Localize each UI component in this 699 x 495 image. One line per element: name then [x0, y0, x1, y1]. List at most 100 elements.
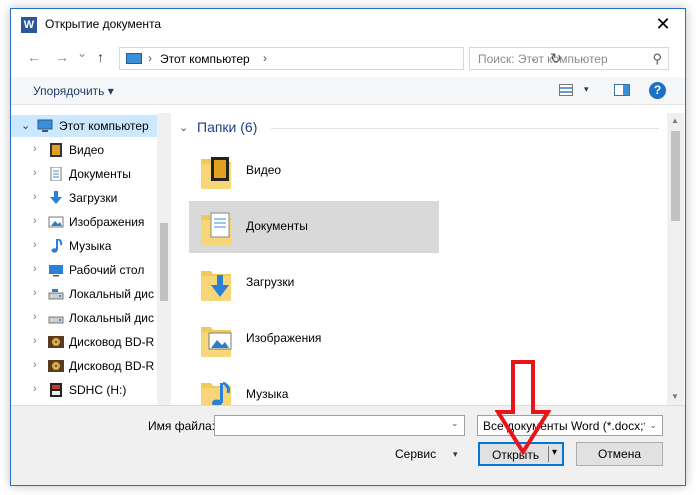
tree-item-label: Дисковод BD-R	[69, 359, 155, 373]
desktop-icon	[49, 265, 63, 277]
chevron-down-icon[interactable]: ⌄	[179, 121, 188, 134]
tree-item-local-disk-2[interactable]: › Локальный дис	[11, 307, 157, 329]
tree-item-documents[interactable]: › Документы	[11, 163, 157, 185]
documents-folder-icon	[201, 212, 231, 245]
bd-drive-icon	[48, 336, 64, 348]
computer-icon	[37, 119, 53, 132]
close-button[interactable]: ✕	[645, 11, 681, 37]
tree-item-label: Локальный дис	[69, 311, 154, 325]
window-title: Открытие документа	[45, 17, 162, 31]
chevron-down-icon[interactable]: ⌄	[649, 420, 657, 431]
documents-icon	[50, 167, 62, 181]
chevron-down-icon[interactable]: ⌄	[21, 119, 30, 132]
tree-item-label: SDHC (H:)	[69, 383, 127, 397]
chevron-right-icon[interactable]: ›	[33, 143, 37, 155]
folder-item-downloads[interactable]: Загрузки	[189, 257, 439, 309]
navigation-pane-scrollbar[interactable]	[157, 113, 171, 405]
bd-drive-icon	[48, 360, 64, 372]
sd-card-icon	[50, 383, 62, 397]
chevron-right-icon[interactable]: ›	[33, 263, 37, 275]
scroll-up-icon[interactable]: ▲	[671, 116, 679, 125]
tree-item-downloads[interactable]: › Загрузки	[11, 187, 157, 209]
folder-label: Видео	[246, 163, 282, 177]
up-arrow-icon[interactable]: ↑	[97, 49, 104, 65]
navigation-bar: ← → ⌄ ↑ › Этот компьютер › ⌄ ↻ Поиск: Эт…	[11, 45, 685, 71]
scroll-down-icon[interactable]: ▼	[671, 392, 679, 401]
red-arrow-annotation-icon	[495, 360, 551, 455]
tree-item-sdhc[interactable]: › SDHC (H:)	[11, 379, 157, 401]
tree-item-label: Музыка	[69, 239, 112, 253]
tree-item-label: Изображения	[69, 215, 145, 229]
title-bar: W Открытие документа ✕	[11, 9, 685, 40]
search-input[interactable]: Поиск: Этот компьютер ⚲	[469, 47, 669, 70]
address-separator[interactable]: ›	[148, 51, 152, 65]
video-folder-icon	[201, 157, 231, 189]
video-icon	[50, 143, 62, 157]
tree-item-label: Загрузки	[69, 191, 118, 205]
tools-button[interactable]: Сервис	[395, 447, 436, 461]
folder-label: Загрузки	[246, 275, 295, 289]
chevron-right-icon[interactable]: ›	[33, 191, 37, 203]
search-placeholder: Поиск: Этот компьютер	[478, 52, 608, 66]
tree-item-music[interactable]: › Музыка	[11, 235, 157, 257]
chevron-right-icon[interactable]: ›	[33, 335, 37, 347]
dialog-footer: Имя файла: ⌄ Все документы Word (*.docx;…	[11, 405, 685, 485]
cancel-button[interactable]: Отмена	[576, 442, 663, 466]
chevron-right-icon[interactable]: ›	[33, 239, 37, 251]
forward-arrow-icon[interactable]: →	[55, 49, 69, 65]
file-list: ⌄ Папки (6) Видео Документы Загрузки Изо…	[171, 113, 667, 405]
address-bar[interactable]: › Этот компьютер › ⌄ ↻	[119, 47, 562, 70]
tree-item-bd-drive-1[interactable]: › Дисковод BD-R	[11, 331, 157, 353]
downloads-icon	[50, 191, 62, 204]
chevron-right-icon[interactable]: ›	[33, 383, 37, 395]
chevron-right-icon[interactable]: ›	[33, 311, 37, 323]
command-toolbar: Упорядочить ▾ ▾ ?	[11, 77, 685, 105]
tree-item-video[interactable]: › Видео	[11, 139, 157, 161]
tree-item-local-disk-1[interactable]: › Локальный дис	[11, 283, 157, 305]
recent-locations-icon[interactable]: ⌄	[77, 46, 87, 60]
filename-chevron-down-icon[interactable]: ⌄	[451, 418, 459, 429]
address-separator-end[interactable]: ›	[263, 51, 267, 65]
folder-label: Музыка	[246, 387, 289, 401]
local-disk-icon	[48, 316, 64, 324]
navigation-pane-scroll-thumb[interactable]	[160, 223, 168, 301]
computer-icon	[126, 53, 142, 64]
tree-item-label: Локальный дис	[69, 287, 154, 301]
chevron-right-icon[interactable]: ›	[33, 167, 37, 179]
folders-group-header[interactable]: Папки (6)	[197, 119, 257, 135]
view-mode-icon[interactable]	[559, 84, 573, 96]
tree-item-pictures[interactable]: › Изображения	[11, 211, 157, 233]
filename-input[interactable]	[214, 415, 465, 436]
pictures-folder-icon	[201, 327, 232, 357]
tree-item-this-pc[interactable]: ⌄ Этот компьютер	[11, 115, 157, 137]
music-folder-icon	[201, 381, 231, 405]
address-text[interactable]: Этот компьютер	[160, 52, 250, 66]
tree-item-desktop[interactable]: › Рабочий стол	[11, 259, 157, 281]
tools-chevron-down-icon[interactable]: ▾	[453, 449, 458, 460]
chevron-right-icon[interactable]: ›	[33, 359, 37, 371]
folder-item-music[interactable]: Музыка	[189, 369, 439, 405]
file-list-scrollbar[interactable]: ▲ ▼	[667, 113, 684, 405]
chevron-right-icon[interactable]: ›	[33, 287, 37, 299]
open-options-chevron-down-icon[interactable]: ▾	[552, 447, 557, 458]
downloads-folder-icon	[201, 271, 231, 301]
back-arrow-icon[interactable]: ←	[27, 49, 41, 65]
music-icon	[51, 239, 63, 253]
tree-item-label: Видео	[69, 143, 105, 157]
folder-item-documents[interactable]: Документы	[189, 201, 439, 253]
help-icon[interactable]: ?	[649, 82, 666, 99]
tree-item-label: Этот компьютер	[59, 119, 149, 133]
chevron-right-icon[interactable]: ›	[33, 215, 37, 227]
folder-item-pictures[interactable]: Изображения	[189, 313, 439, 365]
pictures-icon	[48, 216, 64, 228]
tree-item-label: Документы	[69, 167, 131, 181]
view-mode-chevron-down-icon[interactable]: ▾	[584, 84, 589, 95]
folder-item-video[interactable]: Видео	[189, 145, 439, 197]
organize-button[interactable]: Упорядочить ▾	[33, 84, 114, 98]
file-list-scroll-thumb[interactable]	[671, 131, 680, 221]
tree-item-label: Рабочий стол	[69, 263, 145, 277]
search-icon[interactable]: ⚲	[652, 51, 662, 67]
preview-pane-icon[interactable]	[614, 84, 630, 96]
tree-item-bd-drive-2[interactable]: › Дисковод BD-R	[11, 355, 157, 377]
tree-item-label: Дисковод BD-R	[69, 335, 155, 349]
